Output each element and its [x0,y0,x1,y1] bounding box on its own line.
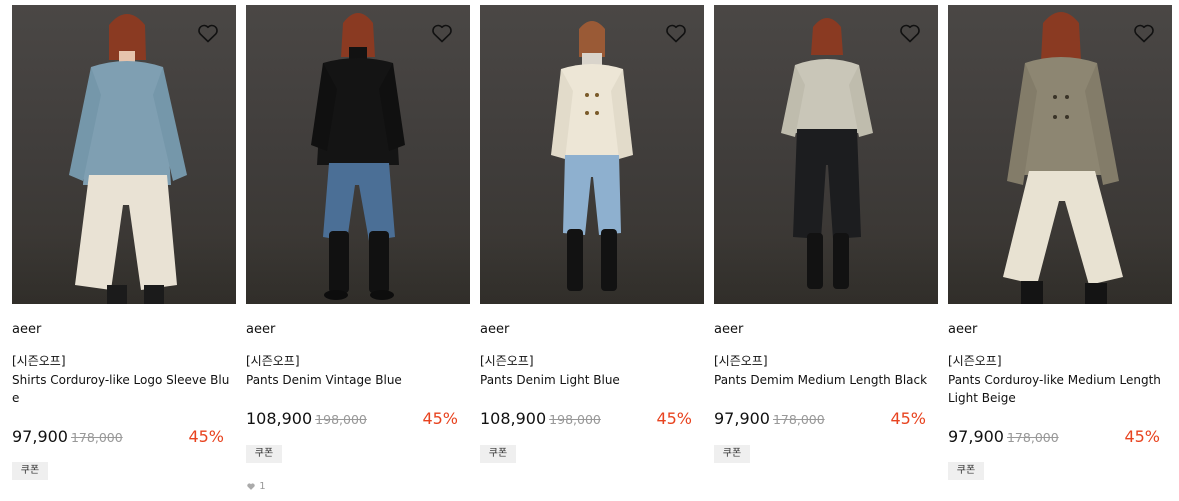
model-figure [781,18,873,289]
product-name[interactable]: Pants Denim Light Blue [480,371,700,389]
product-name[interactable]: Pants Denim Vintage Blue [246,371,466,389]
wishlist-heart-icon[interactable] [1132,21,1156,45]
product-image[interactable] [12,5,236,304]
product-image[interactable] [948,5,1172,304]
discount-rate: 45% [1124,427,1160,446]
sale-price: 108,900 [246,409,313,428]
product-image[interactable] [480,5,704,304]
product-name[interactable]: Pants Demim Medium Length Black [714,371,934,389]
wishlist-heart-icon[interactable] [898,21,922,45]
brand-name[interactable]: aeer [714,322,743,337]
discount-rate: 45% [890,409,926,428]
coupon-badge: 쿠폰 [948,462,984,480]
coupon-badge: 쿠폰 [246,445,282,463]
original-price: 178,000 [1006,430,1059,445]
wishlist-heart-icon[interactable] [664,21,688,45]
coupon-badge: 쿠폰 [480,445,516,463]
wishlist-heart-icon[interactable] [430,21,454,45]
model-figure [311,13,405,300]
product-grid: aeer [시즌오프] Shirts Corduroy-like Logo Sl… [0,0,1179,501]
heart-filled-icon [247,482,255,490]
price-row: 108,900 198,000 45% [480,409,692,431]
price-row: 97,900 178,000 45% [714,409,926,431]
sale-price: 97,900 [948,427,1004,446]
model-figure [551,21,633,291]
coupon-badge: 쿠폰 [714,445,750,463]
coupon-badge: 쿠폰 [12,462,48,480]
brand-name[interactable]: aeer [246,322,275,337]
sale-price: 97,900 [12,427,68,446]
brand-name[interactable]: aeer [12,322,41,337]
model-figure [1003,12,1123,304]
product-image[interactable] [246,5,470,304]
brand-name[interactable]: aeer [948,322,977,337]
original-price: 198,000 [549,412,601,427]
season-tag: [시즌오프] [246,354,300,368]
discount-rate: 45% [188,427,224,446]
season-tag: [시즌오프] [12,354,66,368]
original-price: 178,000 [772,412,825,427]
product-image[interactable] [714,5,938,304]
sale-price: 108,900 [480,409,547,428]
original-price: 198,000 [315,412,367,427]
original-price: 178,000 [70,430,123,445]
price-row: 97,900 178,000 45% [12,427,224,449]
like-count-value: 1 [259,481,266,492]
discount-rate: 45% [422,409,458,428]
discount-rate: 45% [656,409,692,428]
price-row: 97,900 178,000 45% [948,427,1160,449]
wishlist-heart-icon[interactable] [196,21,220,45]
price-row: 108,900 198,000 45% [246,409,458,431]
like-count: 1 [246,481,266,492]
season-tag: [시즌오프] [714,354,768,368]
sale-price: 97,900 [714,409,770,428]
product-name[interactable]: Shirts Corduroy-like Logo Sleeve Blue [12,371,232,407]
product-name[interactable]: Pants Corduroy-like Medium Length Light … [948,371,1168,407]
brand-name[interactable]: aeer [480,322,509,337]
season-tag: [시즌오프] [948,354,1002,368]
season-tag: [시즌오프] [480,354,534,368]
model-figure [69,14,187,304]
